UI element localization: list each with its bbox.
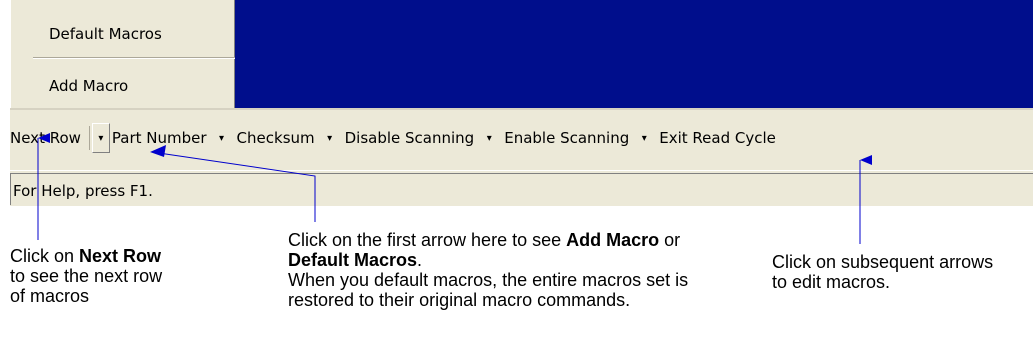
first-arrow-head <box>150 145 166 157</box>
callout-bold: Add Macro <box>566 230 660 250</box>
callout-bold: Next Row <box>79 246 162 266</box>
callout-text: . <box>417 250 423 270</box>
callout-text: Click on subsequent arrows to edit macro… <box>772 252 994 292</box>
callout-text: to see the next row of macros <box>10 266 163 306</box>
callout-text: Click on the first arrow here to see <box>288 230 567 250</box>
callout-text: Click on <box>10 246 80 266</box>
callout-first-arrow: Click on the first arrow here to see Add… <box>288 230 718 310</box>
callout-text: When you default macros, the entire macr… <box>288 270 689 310</box>
first-arrow-pointer <box>151 151 316 222</box>
callout-next-row: Click on Next Row to see the next row of… <box>10 246 180 306</box>
callout-text: or <box>659 230 681 250</box>
callout-subsequent-arrows: Click on subsequent arrows to edit macro… <box>772 252 1002 292</box>
callout-bold: Default Macros <box>288 250 418 270</box>
